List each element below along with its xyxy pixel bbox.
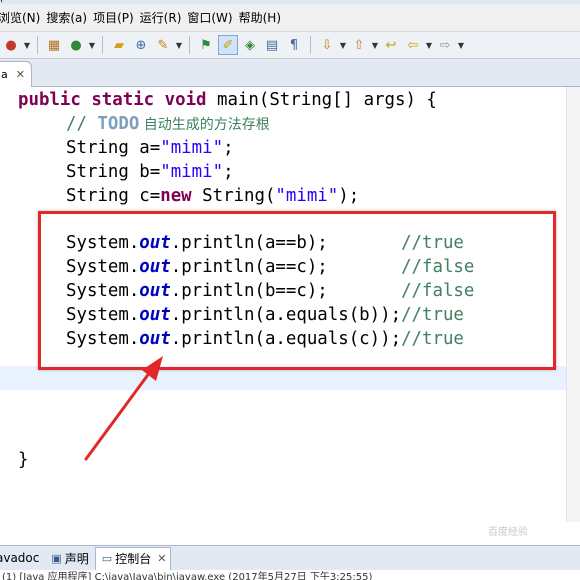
console-status-text: (1) [Java 应用程序] C:\java\Java\bin\javaw.e… xyxy=(2,572,373,580)
console-output: (1) [Java 应用程序] C:\java\Java\bin\javaw.e… xyxy=(0,570,580,580)
tab-console-label: 控制台 xyxy=(115,552,152,566)
close-icon[interactable]: ✕ xyxy=(157,552,166,565)
console-icon: ▭ xyxy=(101,552,113,565)
tab-javadoc[interactable]: avadoc xyxy=(0,551,45,565)
bottom-panel-tabs: avadoc ▣ 声明 ▭ 控制台 ✕ xyxy=(0,545,580,571)
watermark: 百度经验 xyxy=(488,527,528,538)
tab-console[interactable]: ▭ 控制台 ✕ xyxy=(94,546,172,570)
tab-declaration-label: 声明 xyxy=(64,551,89,566)
annotation-arrow xyxy=(84,356,163,461)
declaration-icon: ▣ xyxy=(51,551,62,565)
tab-declaration[interactable]: ▣ 声明 xyxy=(45,550,94,567)
tab-javadoc-label: avadoc xyxy=(0,551,40,565)
